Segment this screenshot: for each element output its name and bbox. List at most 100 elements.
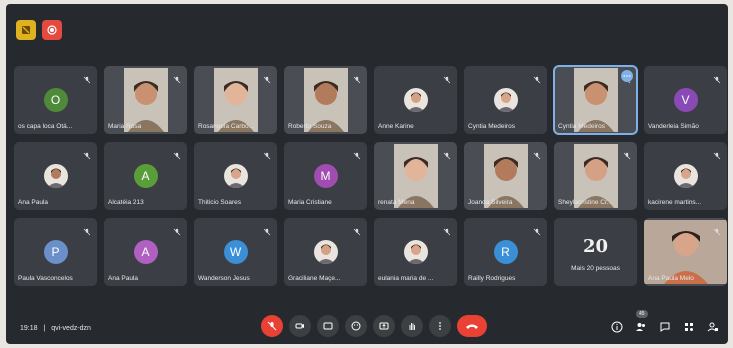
participant-name: Wanderson Jesus [198, 275, 250, 282]
participant-name: Sheylacristine Cr... [558, 199, 613, 206]
participant-name: kacirene martins... [648, 199, 702, 206]
call-controls [261, 315, 487, 337]
participant-tile[interactable]: Cyntia Medeiros [553, 65, 638, 135]
info-icon [611, 321, 623, 333]
participant-name: Mais 20 pessoas [571, 265, 620, 272]
mic-muted-icon [533, 147, 541, 160]
mic-muted-icon [83, 147, 91, 160]
mic-muted-icon [173, 147, 181, 160]
avatar-letter: A [133, 164, 158, 188]
participant-tile[interactable]: Graciliane Maçe... [284, 218, 367, 286]
mic-muted-icon [83, 71, 91, 84]
participant-name: Joanda Silveira [468, 199, 513, 206]
more-options-button[interactable] [429, 315, 451, 337]
participant-tile[interactable]: Anne Karine [374, 66, 457, 134]
participant-tile[interactable]: A Ana Paula [104, 218, 187, 286]
avatar-letter: V [673, 88, 698, 112]
participant-name: Paula Vasconcelos [18, 275, 73, 282]
host-controls-button[interactable] [706, 320, 720, 334]
avatar-photo [673, 164, 698, 188]
participant-tile[interactable]: V Vanderleia Simão [644, 66, 727, 134]
participant-tile[interactable]: Thiticio Soares [194, 142, 277, 210]
side-panel-controls: 45 [610, 310, 720, 334]
mic-muted-icon [443, 71, 451, 84]
mic-muted-icon [83, 223, 91, 236]
mic-muted-icon [713, 223, 721, 236]
avatar-photo [403, 240, 428, 264]
people-button[interactable]: 45 [634, 310, 648, 334]
mic-muted-icon [173, 71, 181, 84]
camera-toggle-button[interactable] [289, 315, 311, 337]
mic-muted-icon [533, 223, 541, 236]
avatar-photo [403, 88, 428, 112]
participant-tile[interactable]: Sheylacristine Cr... [554, 142, 637, 210]
info-button[interactable] [610, 320, 624, 334]
leave-call-button[interactable] [457, 315, 487, 337]
participant-name: Rosangela Carbo... [198, 123, 255, 130]
present-screen-icon [379, 322, 389, 330]
participant-name: Graciliane Maçe... [288, 275, 341, 282]
present-button[interactable] [373, 315, 395, 337]
hang-up-icon [466, 324, 478, 329]
mic-toggle-button[interactable] [261, 315, 283, 337]
activities-icon [685, 323, 693, 331]
participant-tile[interactable]: R Railly Rodrigues [464, 218, 547, 286]
participant-name: Anne Karine [378, 123, 414, 130]
avatar-letter: A [133, 240, 158, 264]
participant-name: Maria Rosa [108, 123, 142, 130]
avatar-letter: P [43, 240, 68, 264]
participant-tile[interactable]: W Wanderson Jesus [194, 218, 277, 286]
hand-icon [409, 323, 415, 330]
captions-icon [323, 322, 333, 330]
avatar-letter: O [43, 88, 68, 112]
participant-tile[interactable]: eulania maria de ... [374, 218, 457, 286]
participant-tile[interactable]: M Maria Cristiane [284, 142, 367, 210]
mic-muted-icon [263, 71, 271, 84]
mic-muted-icon [443, 147, 451, 160]
participant-name: Cyntia Medeiros [558, 123, 605, 130]
people-icon [636, 323, 645, 331]
participant-tile[interactable]: Ana Paula [14, 142, 97, 210]
participant-name: os capa loca Otá... [18, 123, 73, 130]
meet-window: Oos capa loca Otá... Maria Rosa Rosangela … [6, 4, 728, 344]
mic-muted-icon [353, 223, 361, 236]
raise-hand-button[interactable] [401, 315, 423, 337]
participant-name: Ana Paula Melo [648, 275, 694, 282]
chat-button[interactable] [658, 320, 672, 334]
reactions-button[interactable] [345, 315, 367, 337]
activities-button[interactable] [682, 320, 696, 334]
speaking-indicator-icon [621, 70, 633, 82]
participant-tile[interactable]: Rosangela Carbo... [194, 66, 277, 134]
mic-muted-icon [623, 147, 631, 160]
participant-tile[interactable]: Maria Rosa [104, 66, 187, 134]
mic-muted-icon [713, 147, 721, 160]
avatar-photo [493, 88, 518, 112]
participant-name: Maria Cristiane [288, 199, 332, 206]
participant-tile[interactable]: Ana Paula Melo [644, 218, 727, 286]
participant-name: eulania maria de ... [378, 275, 434, 282]
participant-tile[interactable]: Joanda Silveira [464, 142, 547, 210]
participant-tile[interactable]: Roberto Souza [284, 66, 367, 134]
hand-raised-icon[interactable] [16, 20, 36, 40]
participant-tile[interactable]: 20 Mais 20 pessoas [554, 218, 637, 286]
recording-icon[interactable] [42, 20, 62, 40]
participant-name: Thiticio Soares [198, 199, 241, 206]
mic-muted-icon [353, 71, 361, 84]
participant-tile[interactable]: renata Mena [374, 142, 457, 210]
more-people-count: 20 [582, 236, 609, 257]
avatar-letter: W [223, 240, 248, 264]
avatar-letter: R [493, 240, 518, 264]
participant-tile[interactable]: Oos capa loca Otá... [14, 66, 97, 134]
participant-tile[interactable]: P Paula Vasconcelos [14, 218, 97, 286]
emoji-icon [351, 321, 361, 331]
captions-button[interactable] [317, 315, 339, 337]
avatar-letter: M [313, 164, 338, 188]
mic-muted-icon [263, 223, 271, 236]
lock-person-icon [707, 322, 718, 332]
mic-muted-icon [173, 223, 181, 236]
participant-name: Alcatéia 213 [108, 199, 144, 206]
participant-tile[interactable]: kacirene martins... [644, 142, 727, 210]
participant-tile[interactable]: A Alcatéia 213 [104, 142, 187, 210]
participant-tile[interactable]: Cyntia Medeiros [464, 66, 547, 134]
participant-name: Railly Rodrigues [468, 275, 516, 282]
